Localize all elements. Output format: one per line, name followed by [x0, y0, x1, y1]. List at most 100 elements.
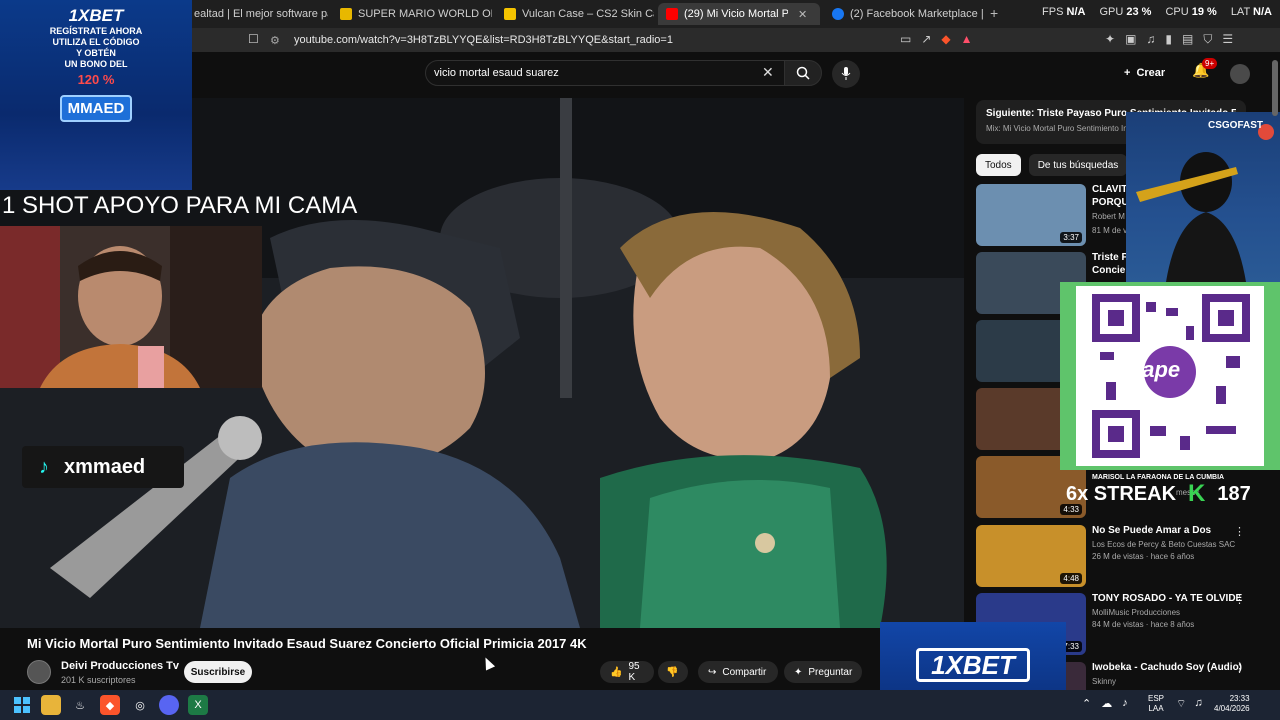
ad-brand: 1XBET — [68, 6, 124, 25]
discord-icon[interactable] — [159, 695, 179, 715]
chevron-up-icon[interactable]: ⌃ — [1082, 697, 1091, 710]
clock[interactable]: 23:33 4/04/2026 — [1214, 694, 1250, 714]
ad-brand: 1XBET — [916, 648, 1030, 682]
bookmark-icon[interactable]: ☐ — [248, 32, 259, 46]
share-button[interactable]: ↪ Compartir — [698, 661, 778, 683]
xbet-ad-top[interactable]: 1XBET REGÍSTRATE AHORA UTILIZA EL CÓDIGO… — [0, 0, 192, 190]
tab-youtube[interactable]: (29) Mi Vicio Mortal Puro Sen ✕ — [658, 3, 820, 25]
chip-from-searches[interactable]: De tus búsquedas — [1028, 154, 1128, 176]
menu-icon[interactable]: ☰ — [1222, 32, 1233, 47]
cloud-icon[interactable]: ☁ — [1101, 697, 1112, 710]
kick-icon: K — [1188, 480, 1206, 507]
microphone-tray-icon[interactable]: ♪ — [1122, 697, 1128, 710]
tiktok-icon: ♪ — [39, 455, 49, 478]
duration-badge: 3:37 — [1060, 232, 1082, 243]
vulcan-icon — [504, 8, 516, 20]
webcam-frame — [0, 226, 262, 388]
more-options-icon[interactable]: ⋮ — [1234, 593, 1245, 606]
extension-icons: ✦ ▣ ♫ ▮ ▤ ⛉ ☰ — [1105, 32, 1233, 47]
puzzle-icon[interactable]: ✦ — [1105, 32, 1115, 47]
clear-search-icon[interactable]: ✕ — [762, 64, 774, 81]
volume-icon[interactable]: ♫ — [1194, 697, 1202, 711]
thumbs-up-icon: 👍 — [610, 666, 623, 678]
streamer-webcam — [0, 226, 262, 388]
filter-chips: Todos De tus búsquedas — [976, 154, 1128, 176]
voice-search-button[interactable] — [832, 60, 860, 88]
recommendation-views: 26 M de vistas · hace 6 años — [1092, 552, 1195, 561]
more-options-icon[interactable]: ⋮ — [1234, 525, 1245, 538]
excel-icon[interactable]: X — [188, 695, 208, 715]
chip-all[interactable]: Todos — [976, 154, 1021, 176]
lat-label: LAT — [1230, 6, 1250, 18]
address-bar: ☐ ⚙ youtube.com/watch?v=3H8TzBLYYQE&list… — [0, 28, 1280, 52]
ask-label: Preguntar — [808, 666, 853, 678]
more-options-icon[interactable]: ⋮ — [1234, 662, 1245, 675]
input-language[interactable]: ESP LAA — [1148, 694, 1164, 714]
search-input[interactable]: vicio mortal esaud suarez — [425, 60, 785, 86]
recommendation-thumbnail: 4:48 — [976, 525, 1086, 587]
recommendation-channel: MolliMusic Producciones — [1092, 608, 1181, 617]
recommendation-title: TONY ROSADO - YA TE OLVIDE — [1092, 593, 1242, 604]
performance-overlay: FPS N/A GPU 23 % CPU 19 % LAT N/A — [1042, 6, 1272, 18]
ask-button[interactable]: ✦ Preguntar — [784, 661, 862, 683]
language-code: ESP — [1148, 694, 1165, 703]
music-icon[interactable]: ♫ — [1146, 32, 1155, 47]
screenshot-icon[interactable]: ▣ — [1125, 32, 1136, 47]
share-arrow-icon: ↪ — [708, 666, 717, 678]
file-explorer-icon[interactable] — [41, 695, 61, 715]
recommendation-item[interactable]: 4:48 No Se Puede Amar a Dos Los Ecos de … — [976, 525, 1266, 587]
scrollbar-thumb[interactable] — [1272, 60, 1278, 116]
streak-counter: 6x STREAK K 187 — [1066, 478, 1280, 510]
csgofast-artwork — [1136, 124, 1274, 282]
csgofast-ad[interactable]: CSGOFAST — [1126, 112, 1280, 282]
account-avatar[interactable] — [1230, 64, 1250, 84]
wifi-icon[interactable]: ⌔ — [1176, 697, 1186, 711]
brave-rewards-icon[interactable]: ▲ — [961, 32, 973, 46]
clock-time: 23:33 — [1229, 694, 1250, 703]
create-label: Crear — [1136, 67, 1166, 79]
keyboard-layout: LAA — [1148, 704, 1164, 713]
brave-browser-icon[interactable]: ◆ — [100, 695, 120, 715]
cpu-value: 19 % — [1191, 6, 1217, 18]
cpu-label: CPU — [1165, 6, 1189, 18]
recommendation-channel: Skinny — [1092, 677, 1117, 686]
subscriber-count: 201 K suscriptores — [61, 675, 136, 685]
like-button[interactable]: 👍 95 K — [600, 661, 654, 683]
csgofast-brand: CSGOFAST — [1208, 120, 1264, 131]
sidebar-icon[interactable]: ▮ — [1165, 32, 1172, 47]
vpn-icon[interactable]: ⛉ — [1203, 32, 1212, 47]
share-icon[interactable]: ↗ — [921, 32, 931, 46]
facebook-icon — [832, 8, 844, 20]
like-count: 95 K — [628, 661, 640, 683]
new-tab-button[interactable]: + — [990, 5, 998, 21]
tab-label: (2) Facebook Marketplace | Facebook — [850, 8, 984, 20]
tab-1[interactable]: ealtad | El mejor software para pot — [186, 3, 328, 25]
tab-2[interactable]: SUPER MARIO WORLD ONLINE jueg — [332, 3, 492, 25]
dislike-button[interactable]: 👎 — [658, 661, 688, 683]
steam-icon[interactable]: ♨ — [70, 695, 90, 715]
channel-name[interactable]: Deivi Producciones Tv — [61, 660, 179, 672]
yape-brand: yape — [1130, 357, 1181, 382]
mouse-cursor — [480, 655, 496, 671]
cast-icon[interactable]: ▭ — [900, 32, 911, 46]
windows-start-icon[interactable] — [12, 695, 32, 715]
notifications-badge: 9+ — [1202, 58, 1218, 69]
streak-label: 6x STREAK — [1066, 482, 1177, 505]
page-scrollbar[interactable] — [1270, 54, 1280, 690]
subscribe-button[interactable]: Suscribirse — [184, 661, 252, 683]
tab-facebook[interactable]: (2) Facebook Marketplace | Facebook — [824, 3, 984, 25]
channel-avatar[interactable] — [27, 660, 51, 684]
wallet-icon[interactable]: ▤ — [1182, 32, 1193, 47]
app-icon[interactable]: ◎ — [130, 695, 150, 715]
brave-shield-icon[interactable]: ◆ — [941, 32, 950, 46]
tab-3[interactable]: Vulcan Case – CS2 Skin Case Openin — [496, 3, 654, 25]
site-settings-icon[interactable]: ⚙ — [270, 34, 284, 47]
close-tab-icon[interactable]: ✕ — [798, 8, 807, 21]
microphone-icon — [841, 67, 851, 80]
search-button[interactable] — [784, 60, 822, 86]
url-field[interactable]: ⚙ youtube.com/watch?v=3H8TzBLYYQE&list=R… — [270, 30, 990, 50]
streak-value: 187 — [1217, 482, 1251, 505]
create-button[interactable]: + Crear — [1124, 62, 1165, 84]
duration-badge: 4:48 — [1060, 573, 1082, 584]
thumbs-down-icon: 👎 — [666, 666, 679, 678]
